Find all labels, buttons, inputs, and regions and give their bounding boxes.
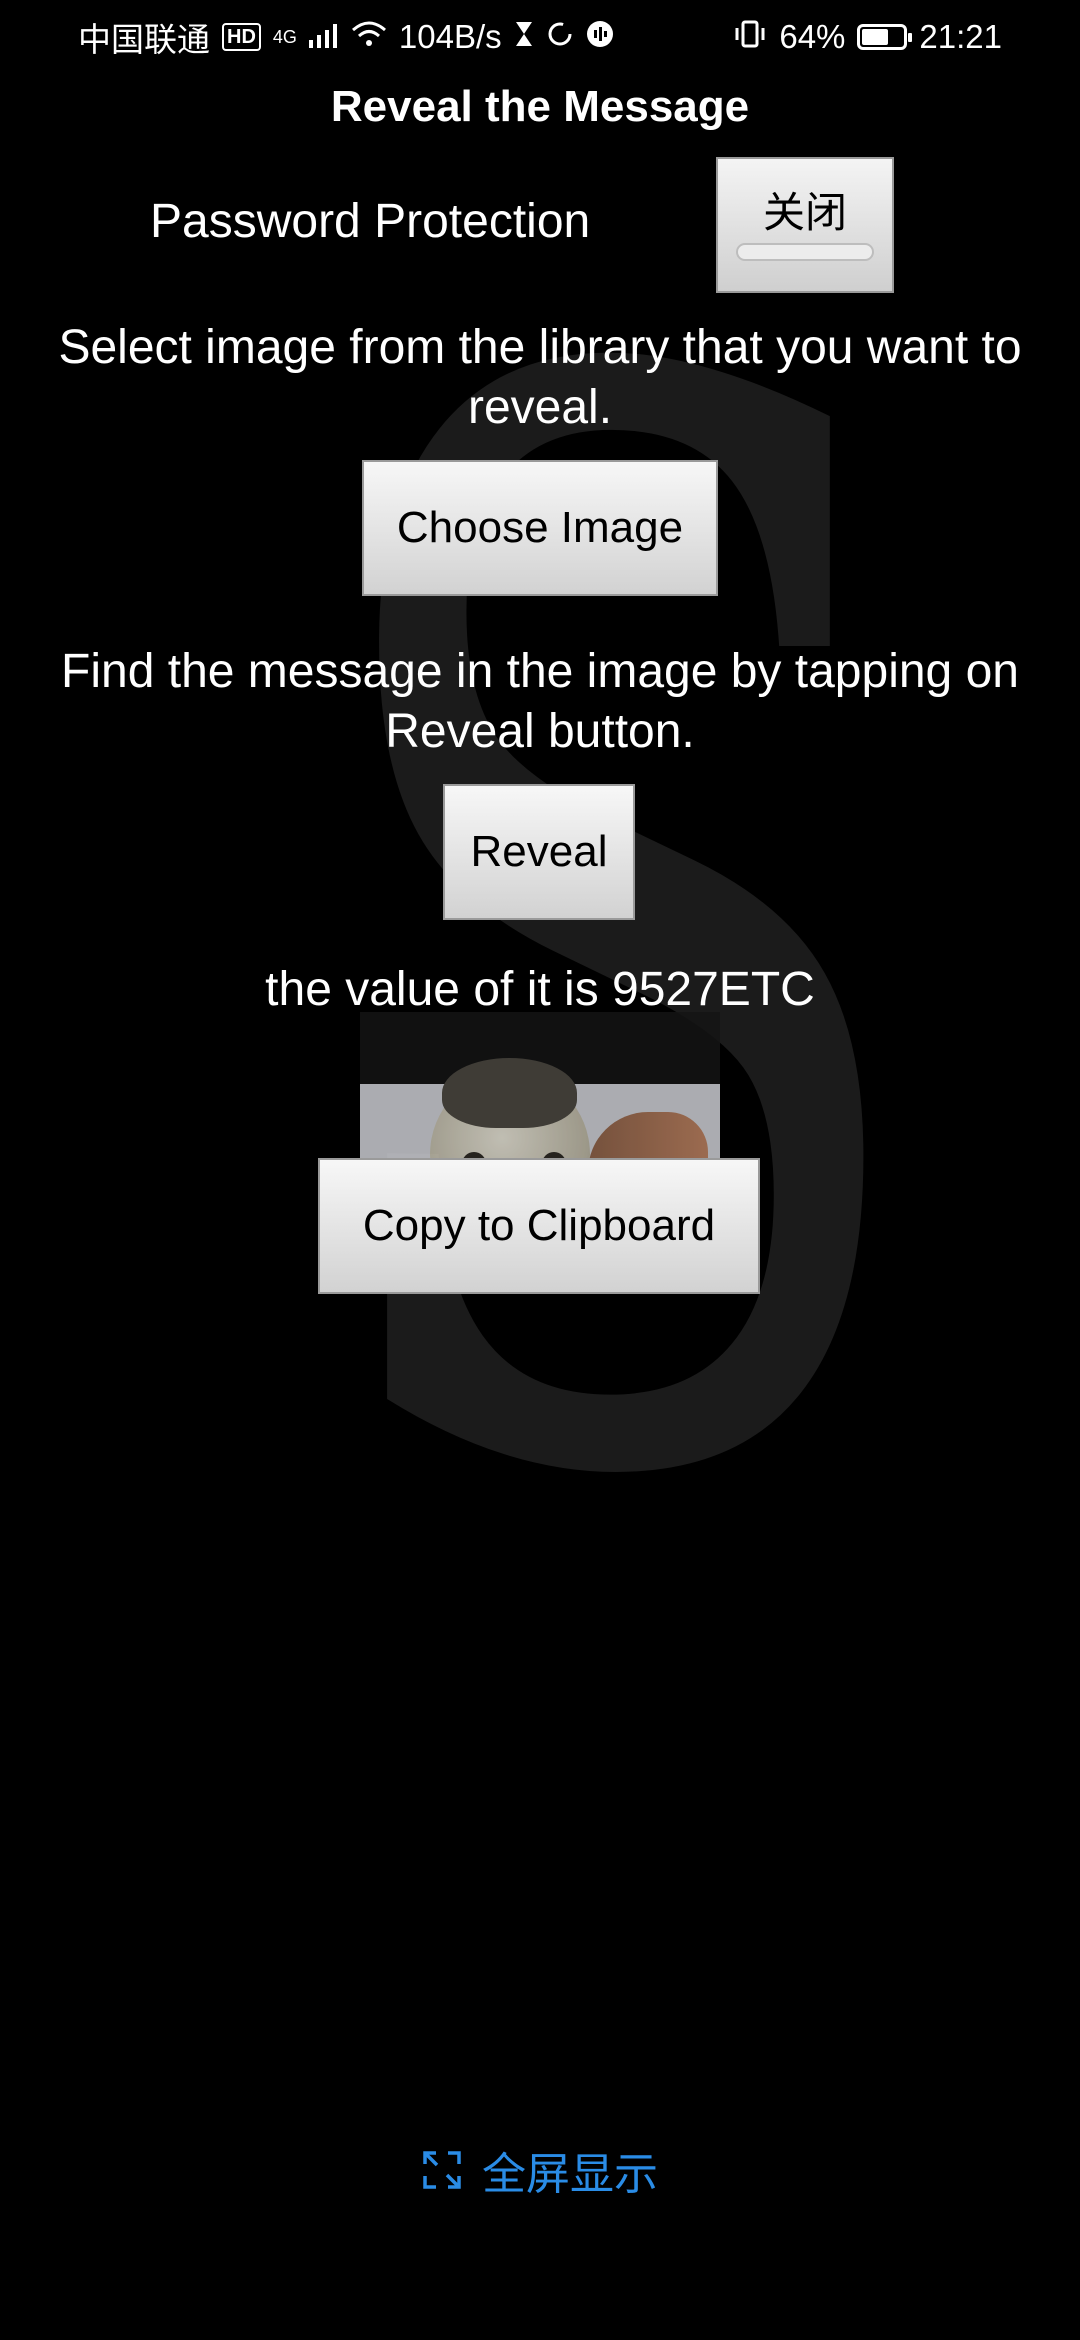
hd-badge: HD xyxy=(222,23,261,51)
clock: 21:21 xyxy=(919,18,1002,55)
preview-figurine-hat xyxy=(442,1058,577,1128)
status-bar: 中国联通 HD 4G 104B/s 64% 21:21 xyxy=(0,0,1080,74)
revealed-message: the value of it is 9527ETC xyxy=(265,963,815,1016)
choose-image-button[interactable]: Choose Image xyxy=(362,460,718,596)
status-right: 64% 21:21 xyxy=(733,18,1002,56)
expand-arrows-icon xyxy=(422,2150,462,2190)
carrier-name: 中国联通 xyxy=(78,21,210,58)
copy-to-clipboard-button[interactable]: Copy to Clipboard xyxy=(318,1158,760,1294)
battery-icon xyxy=(857,24,913,50)
hourglass-icon xyxy=(514,18,534,56)
password-toggle-label: 关闭 xyxy=(762,189,847,236)
fullscreen-button[interactable]: 全屏显示 xyxy=(0,2138,1080,2202)
network-speed: 104B/s xyxy=(398,18,502,55)
password-protection-label: Password Protection xyxy=(150,195,591,248)
vibrate-icon xyxy=(733,18,767,56)
sync-icon xyxy=(546,18,574,56)
audio-icon xyxy=(586,18,614,56)
network-type: 4G xyxy=(272,26,297,47)
status-left: 中国联通 HD 4G 104B/s xyxy=(78,13,614,61)
signal-icon xyxy=(308,18,339,56)
page-title: Reveal the Message xyxy=(330,82,750,131)
wifi-icon xyxy=(351,18,387,56)
battery-percent: 64% xyxy=(779,18,846,55)
select-image-instruction: Select image from the library that you w… xyxy=(58,321,1022,434)
reveal-button[interactable]: Reveal xyxy=(443,784,635,920)
password-toggle-button[interactable]: 关闭 xyxy=(716,157,894,293)
fullscreen-label: 全屏显示 xyxy=(482,2150,658,2199)
toggle-track xyxy=(736,243,874,261)
password-protection-row: Password Protection 关闭 xyxy=(0,150,1080,300)
reveal-instruction: Find the message in the image by tapping… xyxy=(61,645,1019,758)
screen: S 中国联通 HD 4G 104B/s 64% 21:21 Reveal the… xyxy=(0,0,1080,2340)
